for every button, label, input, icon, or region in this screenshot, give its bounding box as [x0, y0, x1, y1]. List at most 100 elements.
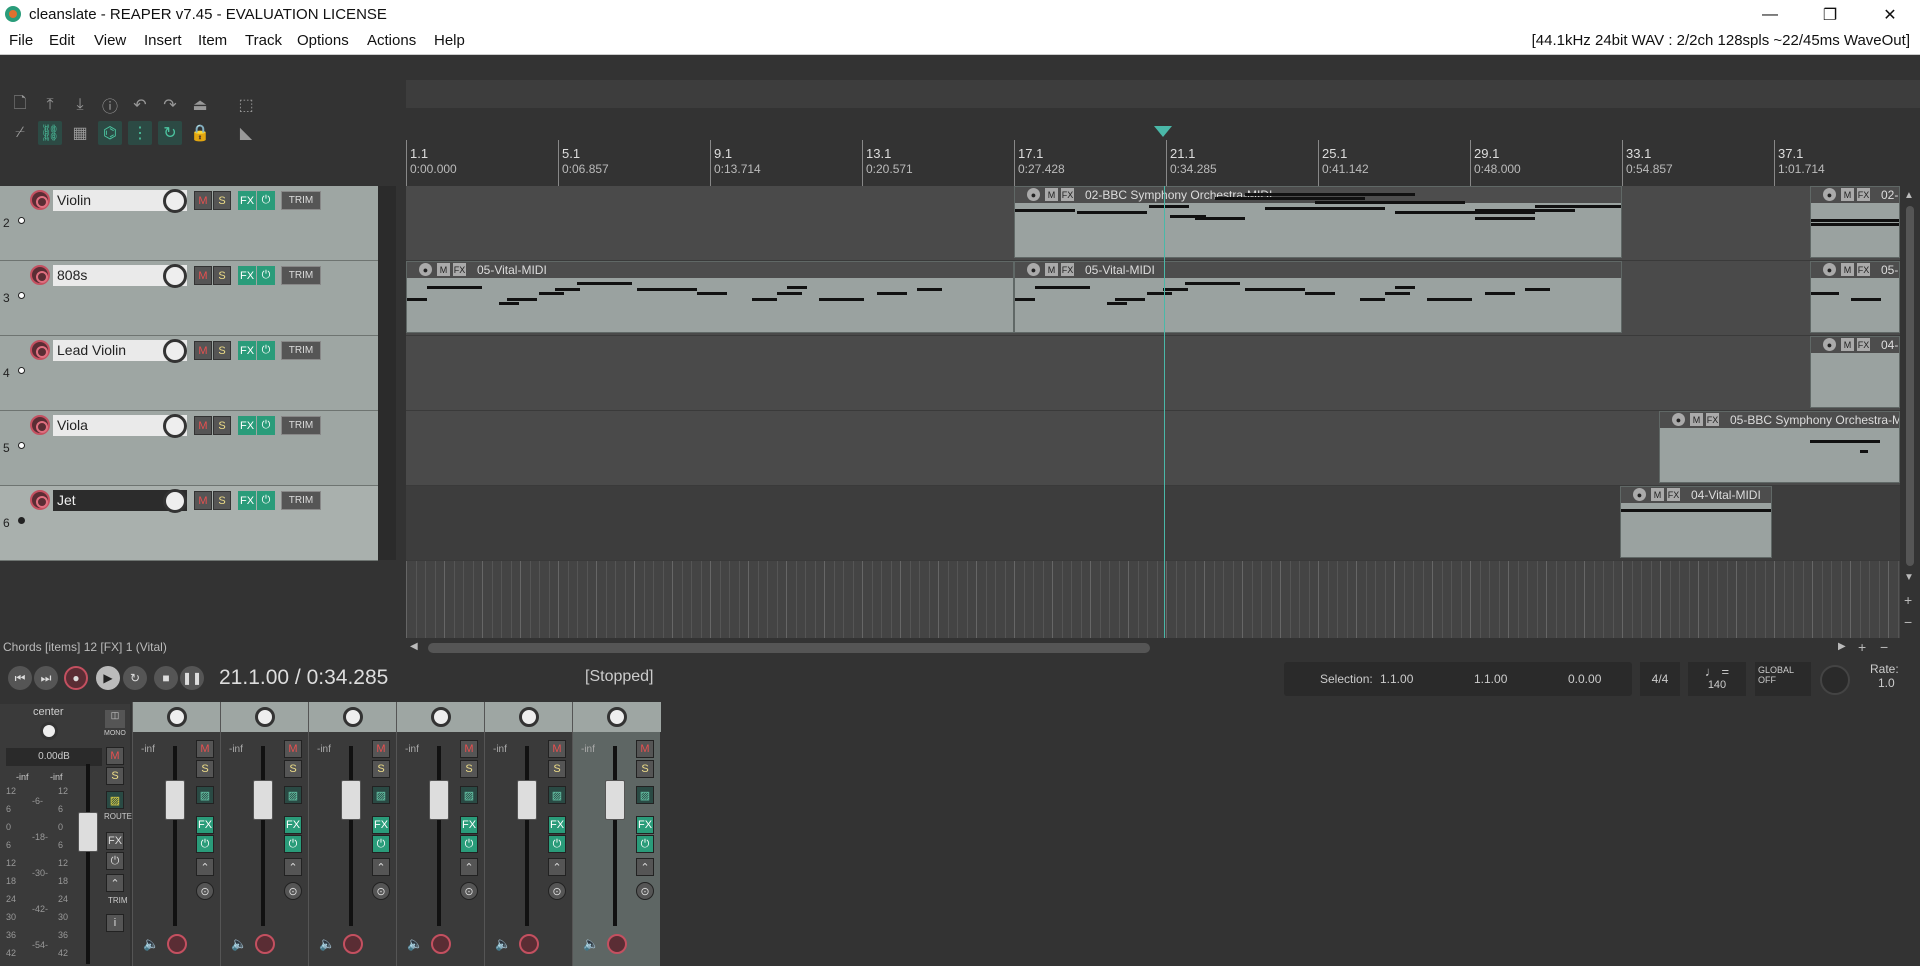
- speaker-icon[interactable]: 🔈: [495, 936, 511, 952]
- scroll-down-icon[interactable]: ▼: [1904, 572, 1914, 583]
- pan-knob[interactable]: [343, 707, 363, 727]
- volume-fader-cap[interactable]: [517, 780, 537, 820]
- menu-item[interactable]: Item: [198, 32, 227, 49]
- global-automation[interactable]: GLOBAL OFF: [1755, 662, 1811, 696]
- mute-button[interactable]: M: [636, 740, 654, 758]
- pan-knob[interactable]: [167, 707, 187, 727]
- fx-bypass-icon[interactable]: ⏻: [548, 835, 566, 853]
- item-fx-button[interactable]: FX: [1706, 413, 1719, 426]
- item-mute-button[interactable]: M: [1690, 413, 1703, 426]
- fx-bypass-icon[interactable]: ⏻: [196, 835, 214, 853]
- stop-button[interactable]: ■: [154, 666, 178, 690]
- selection-rect-icon[interactable]: ⬚: [234, 93, 258, 117]
- phase-icon[interactable]: ⊙: [196, 882, 214, 900]
- menu-file[interactable]: File: [9, 32, 33, 49]
- route-icon[interactable]: ▨: [196, 786, 214, 804]
- item-mute-button[interactable]: M: [1651, 488, 1664, 501]
- master-pan-knob[interactable]: [40, 722, 58, 740]
- close-button[interactable]: ✕: [1860, 0, 1920, 29]
- volume-knob[interactable]: [163, 489, 187, 513]
- mixer-channel-5[interactable]: -inf M S ▨ FX ⏻ ⌃ ⊙ 🔈: [396, 702, 485, 966]
- menu-track[interactable]: Track: [245, 32, 282, 49]
- item-fx-button[interactable]: FX: [453, 263, 466, 276]
- fx-bypass-icon[interactable]: ⏻: [257, 491, 275, 510]
- mute-button[interactable]: M: [194, 416, 212, 435]
- solo-button[interactable]: S: [213, 416, 231, 435]
- volume-fader-cap[interactable]: [341, 780, 361, 820]
- solo-button[interactable]: S: [196, 760, 214, 778]
- phase-icon[interactable]: ⊙: [636, 882, 654, 900]
- item-mute-button[interactable]: M: [1841, 263, 1854, 276]
- fx-bypass-icon[interactable]: ⏻: [372, 835, 390, 853]
- record-arm-button[interactable]: [431, 934, 451, 954]
- play-button[interactable]: ▶: [96, 666, 120, 690]
- solo-button[interactable]: S: [636, 760, 654, 778]
- midi-item-jet[interactable]: ● M FX 04-Vital-MIDI: [1620, 486, 1772, 558]
- fx-button[interactable]: FX: [238, 341, 256, 360]
- route-icon[interactable]: ▨: [548, 786, 566, 804]
- horizontal-scrollbar[interactable]: ◀ ▶ + −: [406, 638, 1900, 658]
- item-lock-icon[interactable]: ●: [1633, 488, 1646, 501]
- vscroll-thumb[interactable]: [1906, 206, 1914, 566]
- route-icon[interactable]: ▨: [372, 786, 390, 804]
- selection-end[interactable]: 1.1.00: [1474, 672, 1507, 686]
- envelope-icon[interactable]: ⌃: [372, 858, 390, 876]
- midi-item-808s-3[interactable]: ● M FX 05-: [1810, 261, 1900, 333]
- item-lock-icon[interactable]: ●: [1823, 263, 1836, 276]
- fx-bypass-icon[interactable]: ⏻: [636, 835, 654, 853]
- mute-button[interactable]: M: [548, 740, 566, 758]
- playhead-marker[interactable]: [1154, 126, 1172, 137]
- menu-edit[interactable]: Edit: [49, 32, 75, 49]
- master-fx-bypass-icon[interactable]: ⏻: [106, 852, 124, 870]
- volume-knob[interactable]: [163, 189, 187, 213]
- restore-button[interactable]: ❐: [1800, 0, 1860, 29]
- menu-options[interactable]: Options: [297, 32, 349, 49]
- trim-automation-button[interactable]: TRIM: [281, 266, 321, 285]
- snap-icon[interactable]: ⌬: [98, 121, 122, 145]
- track-viola[interactable]: 5 Viola M S FX ⏻ TRIM: [0, 411, 378, 486]
- lane-lead-violin[interactable]: [406, 336, 1900, 411]
- mixer-channel-6[interactable]: -inf M S ▨ FX ⏻ ⌃ ⊙ 🔈: [484, 702, 573, 966]
- speaker-icon[interactable]: 🔈: [143, 936, 159, 952]
- speaker-icon[interactable]: 🔈: [407, 936, 423, 952]
- fx-bypass-icon[interactable]: ⏻: [257, 266, 275, 285]
- fx-button[interactable]: FX: [238, 491, 256, 510]
- volume-fader-track[interactable]: [613, 746, 617, 926]
- scroll-left-icon[interactable]: ◀: [410, 641, 418, 652]
- vertical-scrollbar[interactable]: ▲ ▼ + −: [1900, 186, 1920, 638]
- item-lock-icon[interactable]: ●: [1027, 188, 1040, 201]
- region-lane[interactable]: [406, 80, 1920, 108]
- solo-button[interactable]: S: [213, 491, 231, 510]
- fx-bypass-icon[interactable]: ⏻: [257, 341, 275, 360]
- item-mute-button[interactable]: M: [1841, 188, 1854, 201]
- item-mute-button[interactable]: M: [437, 263, 450, 276]
- phase-icon[interactable]: ⊙: [284, 882, 302, 900]
- record-arm-button[interactable]: [343, 934, 363, 954]
- hscroll-thumb[interactable]: [428, 643, 1150, 653]
- master-mono-icon[interactable]: ◫: [105, 710, 125, 728]
- volume-fader-cap[interactable]: [253, 780, 273, 820]
- tempo-value[interactable]: 140: [1688, 679, 1746, 691]
- midi-item-viola[interactable]: ● M FX 05-BBC Symphony Orchestra-M: [1659, 411, 1900, 483]
- mute-button[interactable]: M: [196, 740, 214, 758]
- mixer-channel-2[interactable]: -inf M S ▨ FX ⏻ ⌃ ⊙ 🔈: [132, 702, 221, 966]
- master-route-icon[interactable]: ▨: [106, 791, 124, 809]
- go-to-end-icon[interactable]: ⏭: [34, 666, 58, 690]
- envelope-tool-icon[interactable]: ◣: [234, 121, 258, 145]
- timeline-ruler[interactable]: 1.1 0:00.000 5.1 0:06.857 9.1 0:13.714 13.1 0:2…: [406, 140, 1900, 186]
- mixer-channel-7[interactable]: -inf M S ▨ FX ⏻ ⌃ ⊙ 🔈: [572, 702, 661, 966]
- arrange-view[interactable]: ● M FX 02-BBC Symphony Orchestra-MIDI ● M FX 0…: [406, 186, 1900, 638]
- item-mute-button[interactable]: M: [1841, 338, 1854, 351]
- trim-automation-button[interactable]: TRIM: [281, 491, 321, 510]
- volume-knob[interactable]: [163, 264, 187, 288]
- track-violin[interactable]: 2 Violin M S FX ⏻ TRIM: [0, 186, 378, 261]
- trim-automation-button[interactable]: TRIM: [281, 416, 321, 435]
- envelope-icon[interactable]: ⌃: [196, 858, 214, 876]
- phase-icon[interactable]: ⊙: [548, 882, 566, 900]
- zoom-in-icon[interactable]: +: [1904, 592, 1912, 608]
- metronome-icon[interactable]: ⏏: [188, 93, 212, 117]
- mixer-channel-4[interactable]: -inf M S ▨ FX ⏻ ⌃ ⊙ 🔈: [308, 702, 397, 966]
- menu-actions[interactable]: Actions: [367, 32, 416, 49]
- item-fx-button[interactable]: FX: [1667, 488, 1680, 501]
- grid-icon[interactable]: ▦: [68, 121, 92, 145]
